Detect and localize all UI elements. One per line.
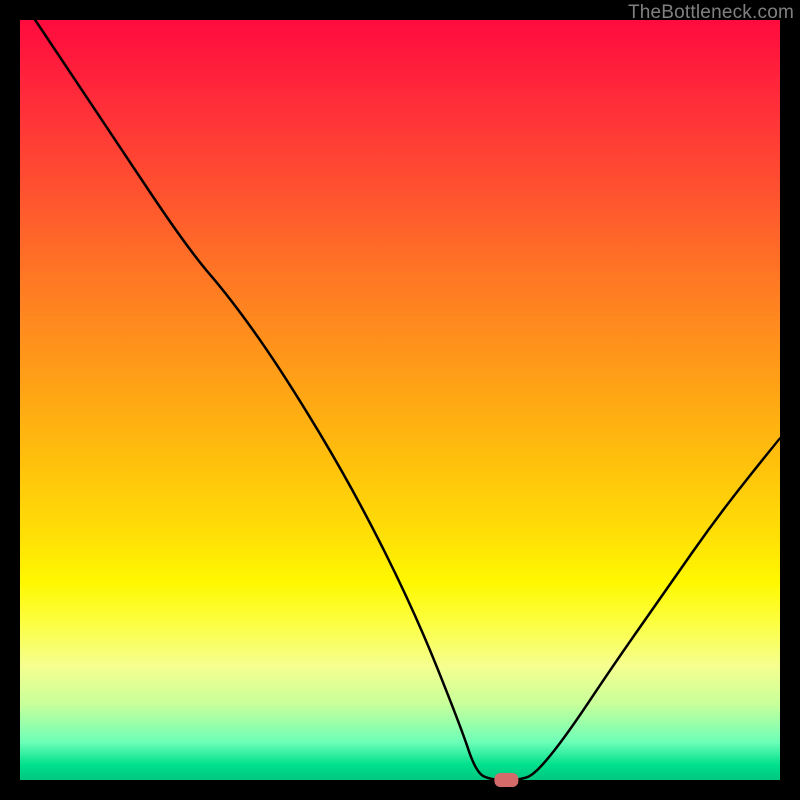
bottleneck-curve xyxy=(35,20,780,780)
plot-svg xyxy=(20,20,780,780)
watermark-text: TheBottleneck.com xyxy=(628,2,794,24)
chart-container: TheBottleneck.com xyxy=(0,0,800,800)
optimum-marker xyxy=(494,773,518,787)
